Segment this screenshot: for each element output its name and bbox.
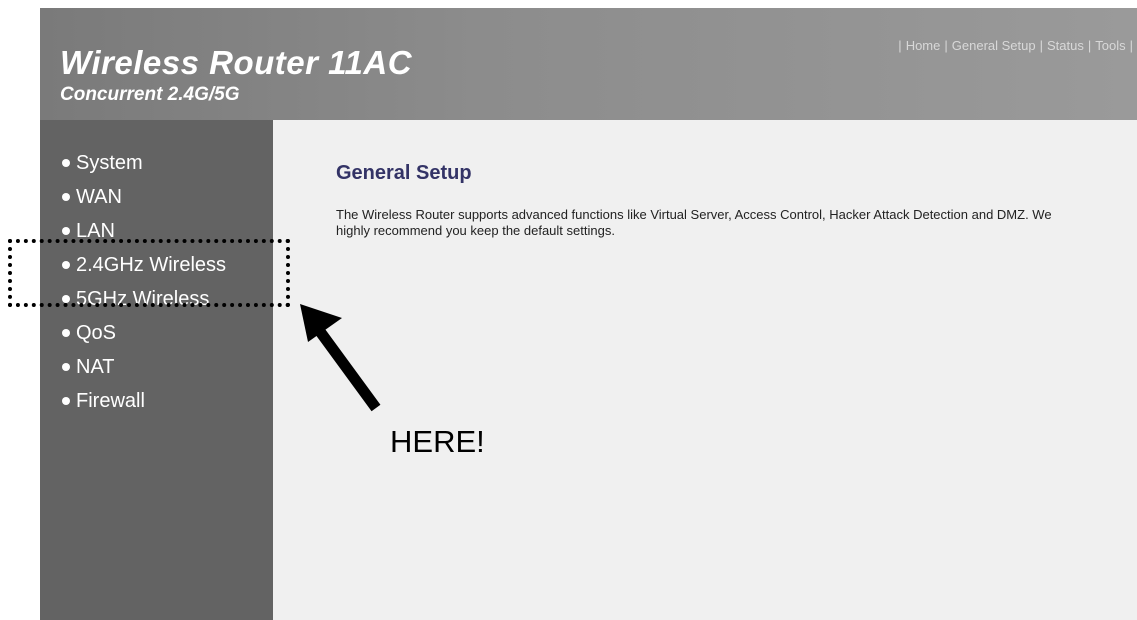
nav-separator: |	[898, 38, 902, 53]
page-title: General Setup	[336, 162, 472, 184]
brand-subtitle: Concurrent 2.4G/5G	[60, 84, 240, 105]
bullet-icon	[62, 159, 70, 167]
nav-separator: |	[944, 38, 948, 53]
sidebar-item-label: System	[76, 151, 143, 174]
sidebar-item-24ghz-wireless[interactable]: 2.4GHz Wireless	[62, 248, 226, 282]
bullet-icon	[62, 363, 70, 371]
nav-link-general-setup[interactable]: General Setup	[952, 38, 1036, 53]
page-description: The Wireless Router supports advanced fu…	[336, 207, 1052, 238]
nav-separator: |	[1129, 38, 1133, 53]
sidebar-item-system[interactable]: System	[62, 146, 226, 180]
nav-link-tools[interactable]: Tools	[1095, 38, 1125, 53]
nav-link-status[interactable]: Status	[1047, 38, 1084, 53]
sidebar-item-qos[interactable]: QoS	[62, 316, 226, 350]
brand-title: Wireless Router 11AC	[60, 44, 413, 81]
bullet-icon	[62, 227, 70, 235]
sidebar-item-label: Firewall	[76, 389, 145, 412]
sidebar-item-5ghz-wireless[interactable]: 5GHz Wireless	[62, 282, 226, 316]
nav-link-home[interactable]: Home	[906, 38, 941, 53]
sidebar-item-label: LAN	[76, 219, 115, 242]
bullet-icon	[62, 329, 70, 337]
nav-separator: |	[1087, 38, 1092, 53]
header-banner: Wireless Router 11AC Concurrent 2.4G/5G …	[40, 8, 1137, 120]
bullet-icon	[62, 261, 70, 269]
sidebar-item-label: NAT	[76, 355, 115, 378]
main-content: General Setup The Wireless Router suppor…	[273, 120, 1137, 620]
sidebar: System WAN LAN 2.4GHz Wireless 5GHz Wire…	[40, 120, 273, 620]
bullet-icon	[62, 397, 70, 405]
sidebar-menu: System WAN LAN 2.4GHz Wireless 5GHz Wire…	[62, 146, 226, 418]
sidebar-item-label: 5GHz Wireless	[76, 287, 210, 310]
sidebar-item-nat[interactable]: NAT	[62, 350, 226, 384]
nav-separator: |	[1039, 38, 1043, 53]
here-annotation: HERE!	[390, 424, 485, 459]
sidebar-item-firewall[interactable]: Firewall	[62, 384, 226, 418]
router-admin-window: Wireless Router 11AC Concurrent 2.4G/5G …	[40, 8, 1137, 620]
sidebar-item-wan[interactable]: WAN	[62, 180, 226, 214]
sidebar-item-label: 2.4GHz Wireless	[76, 253, 227, 276]
sidebar-item-lan[interactable]: LAN	[62, 214, 226, 248]
top-navigation: | Home | General Setup | Status | Tools |	[894, 38, 1137, 53]
bullet-icon	[62, 295, 70, 303]
sidebar-item-label: QoS	[76, 321, 117, 344]
sidebar-item-label: WAN	[76, 185, 122, 208]
bullet-icon	[62, 193, 70, 201]
